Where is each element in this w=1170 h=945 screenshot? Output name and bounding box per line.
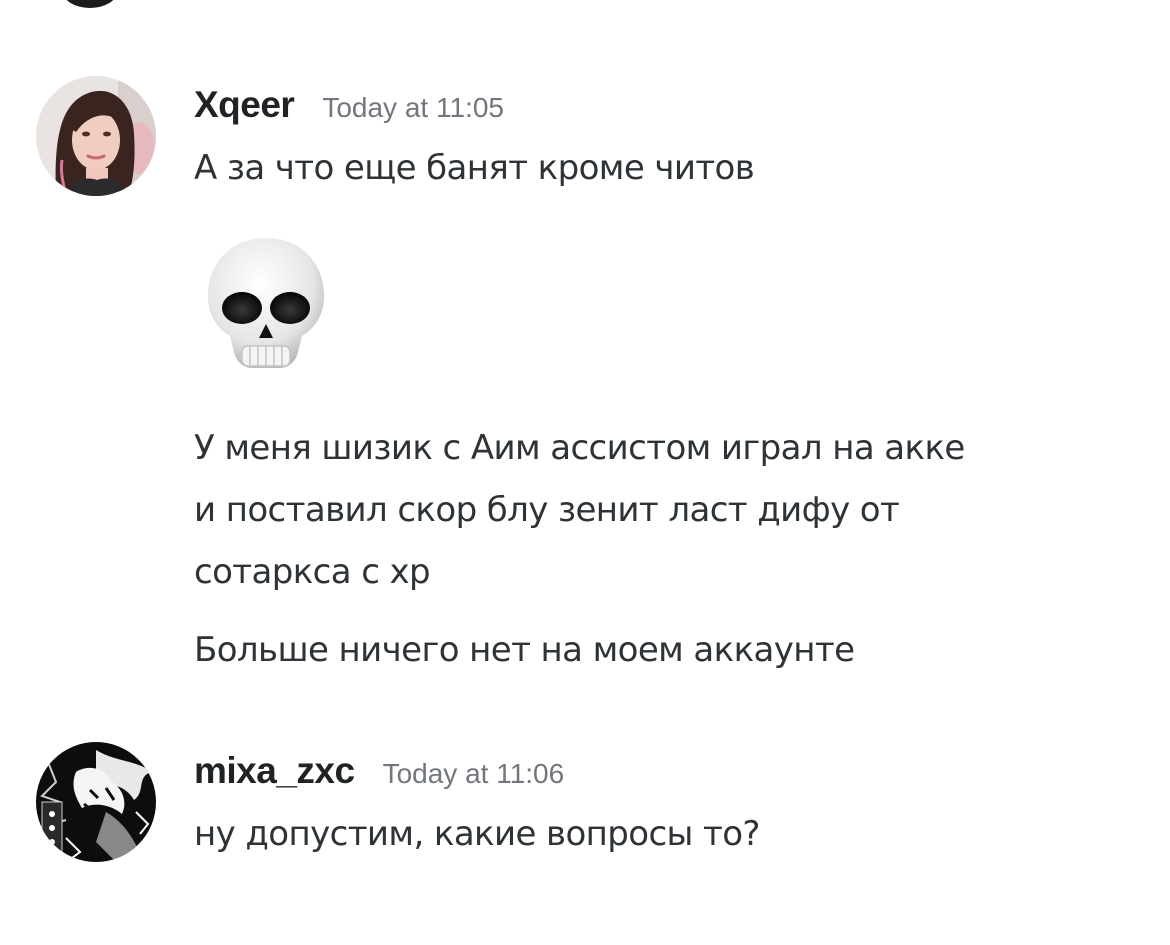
avatar[interactable] — [36, 76, 156, 196]
girl-portrait-avatar-icon — [36, 76, 156, 196]
previous-message-cutoff — [0, 0, 1170, 12]
avatar[interactable] — [36, 742, 156, 862]
message-text: Больше ничего нет на моем аккаунте — [194, 630, 855, 670]
timestamp: Today at 11:06 — [382, 758, 565, 789]
message-text: ну допустим, какие вопросы то? — [194, 814, 760, 854]
message-text: У меня шизик с Аим ассистом играл на акк… — [194, 428, 965, 468]
username[interactable]: mixa_zxc — [194, 750, 355, 792]
previous-avatar — [62, 0, 118, 8]
message-text: и поставил скор блу зенит ласт дифу от — [194, 490, 900, 530]
skull-emoji-icon — [204, 234, 328, 382]
message-text: А за что еще банят кроме читов — [194, 148, 755, 188]
message-header: mixa_zxc Today at 11:06 — [194, 750, 564, 792]
dark-anime-avatar-icon — [36, 742, 156, 862]
message-text: сотаркса с хр — [194, 552, 431, 592]
timestamp: Today at 11:05 — [322, 92, 504, 123]
username[interactable]: Xqeer — [194, 84, 295, 126]
message-header: Xqeer Today at 11:05 — [194, 84, 504, 126]
